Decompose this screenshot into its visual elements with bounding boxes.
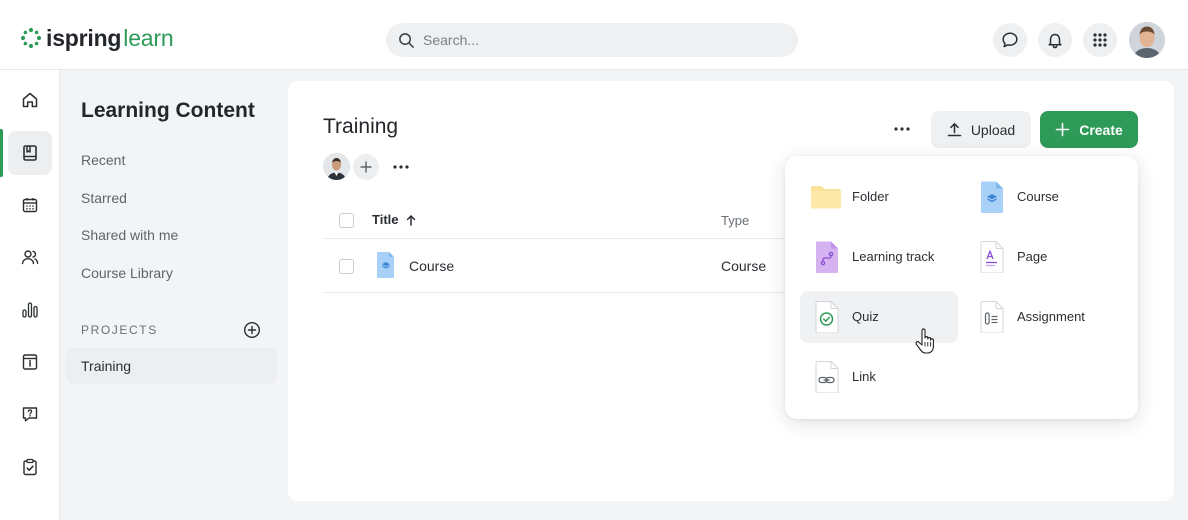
chart-icon <box>22 302 38 318</box>
more-dots-icon <box>393 164 409 169</box>
user-avatar-image <box>1129 22 1165 58</box>
assignment-icon <box>980 301 1004 333</box>
search-input[interactable] <box>423 32 783 48</box>
home-icon <box>22 92 38 108</box>
members-more-button[interactable] <box>389 159 413 175</box>
rail-item-help[interactable] <box>8 392 52 436</box>
column-header-title[interactable]: Title <box>372 212 417 227</box>
apps-button[interactable] <box>1083 23 1117 57</box>
user-avatar[interactable] <box>1129 22 1165 58</box>
create-menu-item-folder[interactable]: Folder <box>800 171 958 223</box>
project-members <box>323 153 413 180</box>
create-menu-item-label: Quiz <box>852 309 879 324</box>
left-rail <box>0 70 60 520</box>
help-icon <box>22 407 38 422</box>
create-menu-item-assignment[interactable]: Assignment <box>965 291 1123 343</box>
apps-grid-icon <box>1093 33 1107 47</box>
rail-item-tasks[interactable] <box>8 445 52 489</box>
more-dots-icon <box>894 127 910 131</box>
nav-link-shared-with-me[interactable]: Shared with me <box>81 227 178 243</box>
create-menu-item-label: Page <box>1017 249 1048 264</box>
upload-icon <box>947 123 962 137</box>
create-button-label: Create <box>1079 121 1123 138</box>
select-all-checkbox[interactable] <box>339 213 354 228</box>
add-project-icon[interactable] <box>243 321 261 339</box>
chat-icon <box>1002 32 1018 48</box>
plus-icon <box>360 160 372 173</box>
folder-icon <box>811 186 841 209</box>
rail-item-reports[interactable] <box>8 288 52 332</box>
logo-icon <box>20 27 42 49</box>
row-checkbox[interactable] <box>339 259 354 274</box>
course-icon <box>377 252 394 278</box>
column-header-type[interactable]: Type <box>721 213 749 228</box>
course-icon <box>981 181 1003 213</box>
create-menu: Folder Course Learning track Page Quiz A… <box>785 156 1138 419</box>
plus-icon <box>1055 122 1070 137</box>
project-item-training[interactable]: Training <box>66 348 277 384</box>
search-bar[interactable] <box>386 23 798 57</box>
rail-item-calendar[interactable] <box>8 183 52 227</box>
nav-link-recent[interactable]: Recent <box>81 152 125 168</box>
link-icon <box>815 361 839 393</box>
top-bar: ispringlearn <box>0 0 1188 70</box>
create-menu-item-label: Learning track <box>852 249 935 264</box>
hand-pointer-cursor-icon <box>915 328 934 354</box>
create-button[interactable]: Create <box>1040 111 1138 148</box>
create-menu-item-label: Assignment <box>1017 309 1085 324</box>
row-type: Course <box>721 258 767 274</box>
bell-icon <box>1048 33 1062 49</box>
content-navigation: Learning Content Recent Starred Shared w… <box>61 70 287 520</box>
create-menu-item-label: Link <box>852 369 876 384</box>
member-avatar-image <box>323 153 350 180</box>
notifications-button[interactable] <box>1038 23 1072 57</box>
chat-button[interactable] <box>993 23 1027 57</box>
rail-active-indicator <box>0 129 3 177</box>
rail-item-info[interactable] <box>8 340 52 384</box>
logo-text: ispringlearn <box>46 25 174 51</box>
upload-button[interactable]: Upload <box>931 111 1031 148</box>
nav-link-starred[interactable]: Starred <box>81 190 127 206</box>
more-options-button[interactable] <box>882 121 922 137</box>
learning-track-icon <box>816 241 838 273</box>
upload-button-label: Upload <box>970 121 1016 138</box>
rail-item-learning-content[interactable] <box>8 131 52 175</box>
create-menu-item-learning-track[interactable]: Learning track <box>800 231 958 283</box>
sort-ascending-icon <box>406 214 415 226</box>
users-icon <box>21 250 39 265</box>
nav-title: Learning Content <box>81 99 255 122</box>
create-menu-item-label: Course <box>1017 189 1059 204</box>
create-menu-item-label: Folder <box>852 189 889 204</box>
create-menu-item-course[interactable]: Course <box>965 171 1123 223</box>
row-title[interactable]: Course <box>409 258 454 274</box>
quiz-icon <box>815 301 839 333</box>
info-card-icon <box>22 354 38 370</box>
ispring-learn-logo[interactable]: ispringlearn <box>20 25 174 51</box>
page-icon <box>980 241 1004 273</box>
search-icon <box>399 32 414 48</box>
project-item-label: Training <box>81 358 132 374</box>
book-icon <box>23 145 37 161</box>
rail-item-home[interactable] <box>8 78 52 122</box>
rail-item-users[interactable] <box>8 235 52 279</box>
create-menu-item-link[interactable]: Link <box>800 351 958 403</box>
member-avatar[interactable] <box>323 153 350 180</box>
page-title: Training <box>323 115 399 138</box>
nav-link-course-library[interactable]: Course Library <box>81 265 173 281</box>
calendar-icon <box>22 198 38 213</box>
create-menu-item-page[interactable]: Page <box>965 231 1123 283</box>
clipboard-check-icon <box>23 458 37 476</box>
add-member-button[interactable] <box>353 153 379 180</box>
projects-label: PROJECTS <box>81 323 158 337</box>
